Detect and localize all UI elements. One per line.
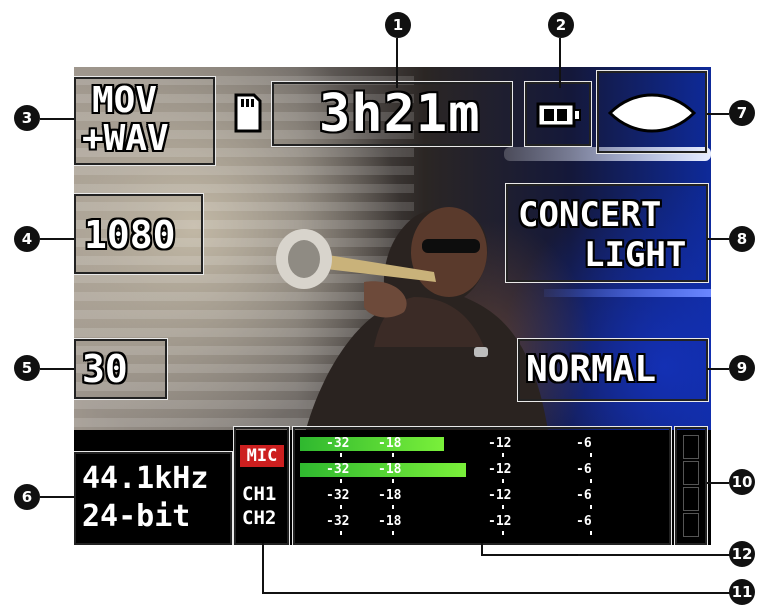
callout-7: 7 bbox=[729, 100, 755, 126]
leader-line-1 bbox=[396, 38, 398, 88]
meter-tick bbox=[590, 531, 592, 535]
meter-tick bbox=[392, 453, 394, 457]
leader-line-5 bbox=[40, 368, 74, 370]
file-format-line-1: MOV bbox=[92, 80, 158, 121]
peak-indicator bbox=[683, 513, 699, 537]
scene-line-2: LIGHT bbox=[584, 235, 687, 275]
meter-scale-label: -18 bbox=[378, 488, 402, 503]
meter-tick bbox=[590, 453, 592, 457]
meter-tick bbox=[392, 531, 394, 535]
meter-tick bbox=[392, 505, 394, 509]
meter-tick bbox=[502, 453, 504, 457]
callout-6: 6 bbox=[14, 484, 40, 510]
callout-12: 12 bbox=[729, 541, 755, 567]
meter-row-mic-r: -32 -18 -12 -6 bbox=[298, 461, 666, 483]
sd-card-icon bbox=[234, 93, 262, 133]
meter-tick bbox=[502, 531, 504, 535]
meter-scale-label: -12 bbox=[488, 462, 512, 477]
callout-2: 2 bbox=[548, 12, 574, 38]
meter-scale-label: -18 bbox=[378, 514, 402, 529]
meter-scale-label: -12 bbox=[488, 436, 512, 451]
remaining-time: 3h21m bbox=[319, 84, 481, 144]
battery-icon bbox=[536, 102, 581, 128]
leader-line-10 bbox=[707, 482, 729, 484]
leader-line-3 bbox=[40, 118, 74, 120]
meter-tick bbox=[502, 479, 504, 483]
level-meters: -32 -18 -12 -6 -32 -18 -12 -6 -32 -18 -12 -6 -32 -18-… bbox=[298, 433, 666, 539]
meter-scale-label: -6 bbox=[576, 462, 592, 477]
callout-9: 9 bbox=[729, 355, 755, 381]
meter-tick bbox=[340, 505, 342, 509]
leader-line-4 bbox=[40, 238, 74, 240]
callout-8: 8 bbox=[729, 226, 755, 252]
callout-1: 1 bbox=[385, 12, 411, 38]
meter-tick bbox=[340, 531, 342, 535]
ch1-label: CH1 bbox=[242, 483, 277, 505]
meter-scale-label: -32 bbox=[326, 436, 350, 451]
white-balance-icon bbox=[607, 93, 697, 133]
stage-light-lower bbox=[544, 289, 711, 297]
meter-scale-label: -6 bbox=[576, 436, 592, 451]
leader-line-11-h bbox=[262, 592, 730, 594]
callout-4: 4 bbox=[14, 226, 40, 252]
meter-scale-label: -12 bbox=[488, 514, 512, 529]
leader-line-9 bbox=[707, 368, 729, 370]
meter-tick bbox=[590, 505, 592, 509]
meter-scale-label: -18 bbox=[378, 462, 402, 477]
meter-scale-label: -32 bbox=[326, 514, 350, 529]
frame-rate: 30 bbox=[82, 347, 128, 391]
callout-10: 10 bbox=[729, 469, 755, 495]
meter-row-ch2: -32 -18 -12 -6 bbox=[298, 513, 666, 535]
bit-depth: 24-bit bbox=[82, 499, 191, 534]
meter-scale-label: -12 bbox=[488, 488, 512, 503]
meter-level bbox=[300, 437, 444, 451]
meter-scale-label: -6 bbox=[576, 488, 592, 503]
callout-5: 5 bbox=[14, 355, 40, 381]
resolution: 1080 bbox=[84, 213, 176, 257]
leader-line-7 bbox=[707, 113, 729, 115]
camera-screen: 3h21m MOV +WAV 1080 30 CONCERT LIGHT NOR… bbox=[74, 67, 711, 545]
scene-line-1: CONCERT bbox=[518, 195, 662, 235]
meter-row-mic-l: -32 -18 -12 -6 bbox=[298, 435, 666, 457]
leader-line-8 bbox=[707, 238, 729, 240]
leader-line-6 bbox=[40, 496, 74, 498]
meter-scale-label: -32 bbox=[326, 488, 350, 503]
meter-scale-label: -6 bbox=[576, 514, 592, 529]
meter-scale-label: -18 bbox=[378, 436, 402, 451]
meter-scale-label: -32 bbox=[326, 462, 350, 477]
callout-3: 3 bbox=[14, 105, 40, 131]
ch2-label: CH2 bbox=[242, 507, 277, 529]
meter-tick bbox=[502, 505, 504, 509]
mic-badge: MIC bbox=[240, 445, 284, 467]
meter-tick bbox=[590, 479, 592, 483]
peak-indicators bbox=[683, 435, 699, 537]
manual-figure: 3h21m MOV +WAV 1080 30 CONCERT LIGHT NOR… bbox=[0, 0, 766, 605]
meter-tick bbox=[340, 453, 342, 457]
sample-rate: 44.1kHz bbox=[82, 461, 209, 496]
meter-tick bbox=[340, 479, 342, 483]
leader-line-12-h bbox=[481, 554, 730, 556]
file-format-line-2: +WAV bbox=[82, 118, 169, 159]
peak-indicator bbox=[683, 461, 699, 485]
leader-line-11-v bbox=[262, 543, 264, 593]
peak-indicator bbox=[683, 487, 699, 511]
peak-indicator bbox=[683, 435, 699, 459]
meter-row-ch1: -32 -18 -12 -6 bbox=[298, 487, 666, 509]
mode: NORMAL bbox=[526, 349, 657, 390]
callout-11: 11 bbox=[729, 579, 755, 605]
leader-line-2 bbox=[559, 38, 561, 88]
meter-tick bbox=[392, 479, 394, 483]
